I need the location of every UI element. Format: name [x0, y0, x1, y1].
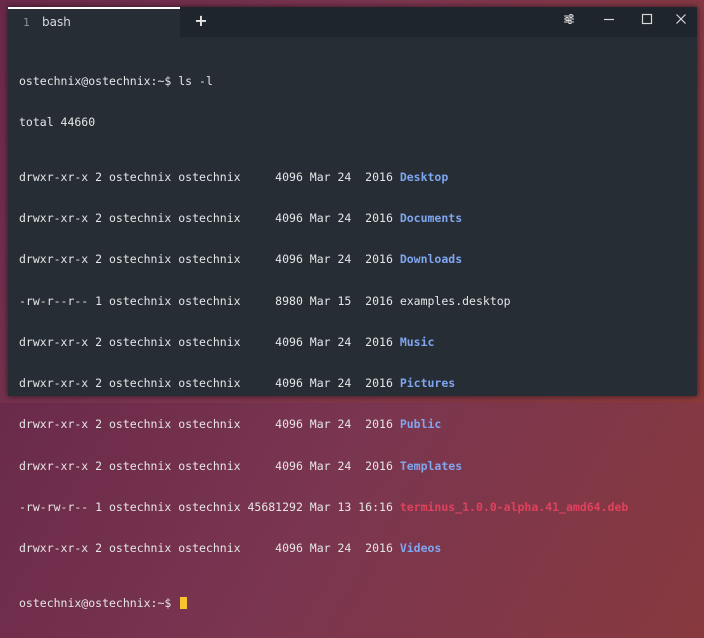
close-icon: [676, 14, 686, 24]
listing-row: drwxr-xr-x 2 ostechnix ostechnix 4096 Ma…: [19, 458, 689, 474]
file-meta: drwxr-xr-x 2 ostechnix ostechnix 4096 Ma…: [19, 541, 400, 555]
settings-icon[interactable]: [558, 11, 580, 33]
terminal-output[interactable]: ostechnix@ostechnix:~$ ls -l total 44660…: [19, 47, 689, 638]
maximize-button[interactable]: [636, 11, 658, 33]
prompt: ostechnix@ostechnix:~$: [19, 596, 179, 610]
file-name: Videos: [399, 541, 442, 555]
file-meta: drwxr-xr-x 2 ostechnix ostechnix 4096 Ma…: [19, 211, 400, 225]
command-text: ls -l: [171, 73, 213, 88]
total-line: total 44660: [19, 114, 96, 129]
file-meta: drwxr-xr-x 2 ostechnix ostechnix 4096 Ma…: [19, 252, 400, 267]
file-meta: drwxr-xr-x 2 ostechnix ostechnix 4096 Ma…: [19, 376, 400, 390]
file-name: Downloads: [399, 252, 463, 267]
maximize-icon: [641, 13, 653, 25]
tab-number: 1: [23, 16, 30, 29]
minimize-button[interactable]: [598, 11, 620, 33]
close-button[interactable]: [670, 11, 692, 33]
new-tab-button[interactable]: +: [190, 10, 212, 32]
listing-row: drwxr-xr-x 2 ostechnix ostechnix 4096 Ma…: [19, 376, 689, 391]
file-name: examples.desktop: [399, 293, 511, 308]
listing-row: drwxr-xr-x 2 ostechnix ostechnix 4096 Ma…: [19, 334, 689, 350]
minimize-icon: [604, 18, 614, 21]
listing-row: drwxr-xr-x 2 ostechnix ostechnix 4096 Ma…: [19, 169, 689, 185]
file-meta: drwxr-xr-x 2 ostechnix ostechnix 4096 Ma…: [19, 458, 400, 473]
file-meta: -rw-r--r-- 1 ostechnix ostechnix 8980 Ma…: [19, 293, 400, 308]
file-name: terminus_1.0.0-alpha.41_amd64.deb: [399, 499, 629, 514]
tab-bar: 1 bash +: [8, 7, 697, 37]
file-name: Public: [399, 417, 442, 432]
terminal-window: 1 bash + ostechnix@ostechnix:~$ ls -l to…: [8, 7, 697, 610]
file-name: Templates: [399, 458, 463, 473]
listing-row: -rw-r--r-- 1 ostechnix ostechnix 8980 Ma…: [19, 293, 689, 309]
listing-row: drwxr-xr-x 2 ostechnix ostechnix 4096 Ma…: [19, 417, 689, 432]
command-line: ostechnix@ostechnix:~$ ls -l: [19, 73, 689, 89]
listing-row: drwxr-xr-x 2 ostechnix ostechnix 4096 Ma…: [19, 211, 689, 226]
file-name: Music: [399, 334, 435, 349]
file-meta: -rw-rw-r-- 1 ostechnix ostechnix 4568129…: [19, 499, 400, 514]
tab-title: bash: [42, 15, 71, 29]
sliders-icon: [564, 14, 574, 24]
tab-bash[interactable]: 1 bash: [8, 7, 180, 37]
file-name: Pictures: [399, 376, 456, 390]
prompt: ostechnix@ostechnix:~$: [19, 73, 172, 88]
file-meta: drwxr-xr-x 2 ostechnix ostechnix 4096 Ma…: [19, 334, 400, 349]
listing-row: drwxr-xr-x 2 ostechnix ostechnix 4096 Ma…: [19, 252, 689, 267]
file-name: Desktop: [399, 169, 449, 184]
final-prompt-line: ostechnix@ostechnix:~$: [19, 596, 689, 611]
file-meta: drwxr-xr-x 2 ostechnix ostechnix 4096 Ma…: [19, 169, 400, 184]
text-cursor: [180, 597, 188, 609]
listing-row: -rw-rw-r-- 1 ostechnix ostechnix 4568129…: [19, 499, 689, 515]
file-name: Documents: [399, 211, 463, 225]
file-meta: drwxr-xr-x 2 ostechnix ostechnix 4096 Ma…: [19, 417, 400, 432]
listing-row: drwxr-xr-x 2 ostechnix ostechnix 4096 Ma…: [19, 541, 689, 556]
